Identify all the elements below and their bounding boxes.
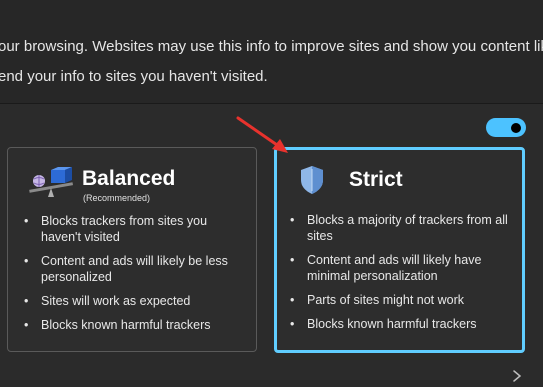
chevron-right-icon[interactable]: [511, 369, 523, 383]
annotation-arrow-icon: [236, 116, 288, 153]
